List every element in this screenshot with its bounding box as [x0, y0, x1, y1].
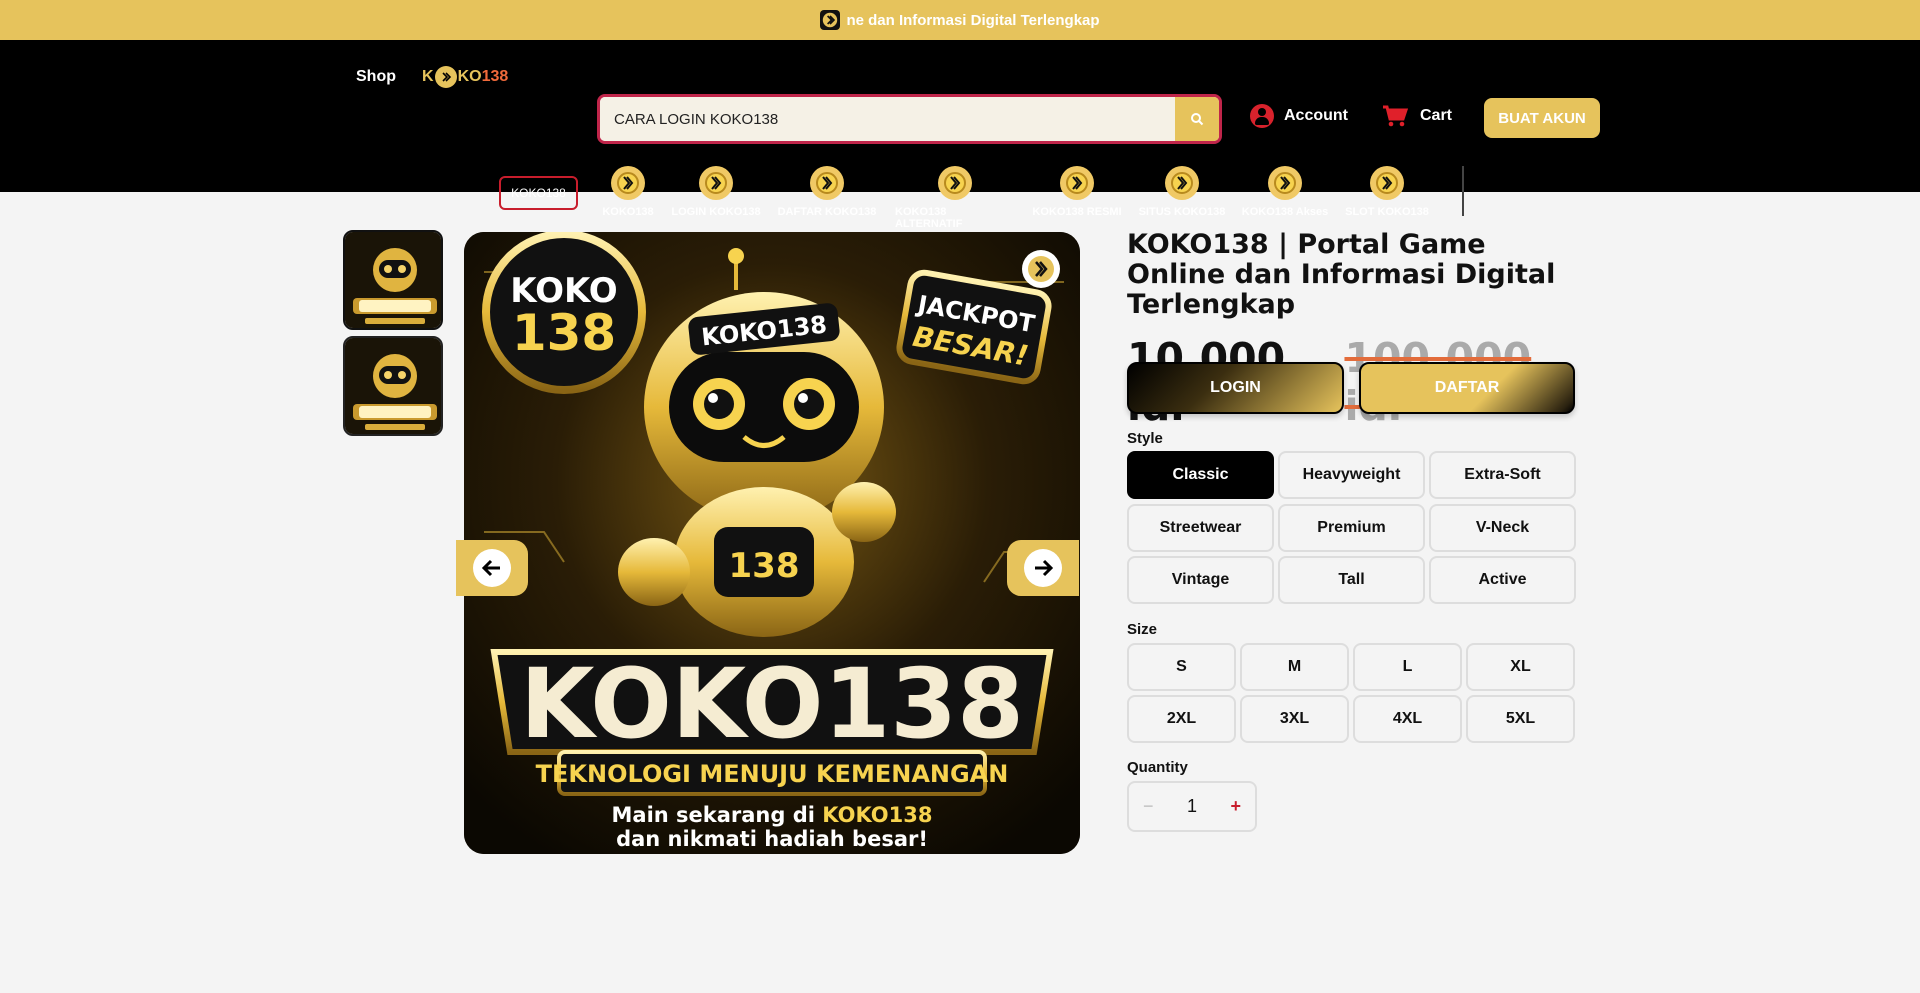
login-button[interactable]: LOGIN — [1127, 362, 1344, 414]
search-icon — [1191, 113, 1204, 126]
style-option[interactable]: Heavyweight — [1278, 451, 1425, 499]
next-image-button[interactable] — [1007, 540, 1079, 596]
size-option[interactable]: S — [1127, 643, 1236, 691]
shop-link[interactable]: Shop — [356, 68, 396, 86]
category-label: LOGIN KOKO138 — [671, 206, 761, 218]
product-thumbnail[interactable] — [343, 336, 443, 436]
category-label: SLOT KOKO138 — [1345, 206, 1429, 218]
size-option[interactable]: 5XL — [1466, 695, 1575, 743]
register-button[interactable]: DAFTAR — [1359, 362, 1575, 414]
quantity-decrease-button[interactable]: − — [1143, 796, 1154, 817]
category-label: KOKO138 Akses — [1241, 206, 1329, 218]
category-item[interactable]: SLOT KOKO138 — [1327, 166, 1447, 218]
style-option[interactable]: Tall — [1278, 556, 1425, 604]
size-option[interactable]: 4XL — [1353, 695, 1462, 743]
category-label: SITUS KOKO138 — [1138, 206, 1226, 218]
badge-left-number: 138 — [512, 304, 616, 362]
quantity-increase-button[interactable]: + — [1230, 796, 1241, 817]
image-footer-line2: dan nikmati hadiah besar! — [616, 827, 928, 851]
category-label: KOKO138 ALTERNATIF — [895, 206, 963, 230]
thumbnail-list — [343, 230, 443, 442]
site-logo[interactable]: K KO 138 — [422, 66, 508, 88]
product-image: KOKO138 138 KOKO 138 JACKPOT BESAR! KOKO… — [464, 232, 1080, 854]
style-option[interactable]: Premium — [1278, 504, 1425, 552]
size-option[interactable]: M — [1240, 643, 1349, 691]
account-link[interactable]: Account — [1250, 104, 1348, 128]
category-coin-icon — [1370, 166, 1404, 200]
size-option[interactable]: L — [1353, 643, 1462, 691]
product-title: KOKO138 | Portal Game Online dan Informa… — [1127, 229, 1556, 320]
chest-number: 138 — [729, 546, 800, 586]
category-label: KOKO138 RESMI — [1032, 206, 1122, 218]
search-button[interactable] — [1175, 97, 1219, 141]
category-coin-icon — [611, 166, 645, 200]
size-option[interactable]: 2XL — [1127, 695, 1236, 743]
brand-logo-icon — [820, 10, 841, 30]
category-item[interactable]: LOGIN KOKO138 — [656, 166, 776, 218]
category-coin-icon — [810, 166, 844, 200]
style-option[interactable]: Extra-Soft — [1429, 451, 1576, 499]
image-brand-logo-icon — [1022, 250, 1060, 288]
style-option[interactable]: Vintage — [1127, 556, 1274, 604]
style-option[interactable]: Classic — [1127, 451, 1274, 499]
image-tagline: TEKNOLOGI MENUJU KEMENANGAN — [536, 760, 1009, 788]
product-thumbnail[interactable] — [343, 230, 443, 330]
category-coin-icon — [938, 166, 972, 200]
logo-coin-icon — [434, 66, 457, 88]
svg-text:Main sekarang di KOKO138: Main sekarang di KOKO138 — [612, 803, 933, 827]
style-label: Style — [1127, 430, 1163, 447]
category-label: KOKO138 — [602, 206, 654, 218]
account-icon — [1250, 104, 1274, 128]
create-account-button[interactable]: BUAT AKUN — [1484, 98, 1600, 138]
style-option[interactable]: Streetwear — [1127, 504, 1274, 552]
size-label: Size — [1127, 621, 1158, 638]
image-footer-prefix: Main sekarang di — [612, 803, 823, 827]
search-input[interactable] — [600, 97, 1175, 141]
category-item[interactable]: KOKO138 ALTERNATIF — [895, 166, 1015, 230]
cart-icon — [1383, 105, 1408, 127]
category-coin-icon — [1268, 166, 1302, 200]
size-option[interactable]: 3XL — [1240, 695, 1349, 743]
arrow-left-icon — [481, 559, 500, 577]
category-item[interactable]: KOKO138 RESMI — [1017, 166, 1137, 218]
category-coin-icon — [1165, 166, 1199, 200]
arrow-right-icon — [1035, 559, 1054, 577]
category-coin-icon — [699, 166, 733, 200]
image-headline: KOKO138 — [520, 648, 1024, 760]
category-divider — [1462, 166, 1464, 216]
category-chip[interactable]: KOKO138 — [499, 176, 578, 210]
site-header: Shop K KO 138 Account Cart BUAT AKUN KOK… — [0, 40, 1920, 230]
size-option[interactable]: XL — [1466, 643, 1575, 691]
previous-image-button[interactable] — [456, 540, 528, 596]
category-label: DAFTAR KOKO138 — [777, 206, 877, 218]
announcement-bar: ne dan Informasi Digital Terlengkap — [0, 0, 1920, 40]
style-option[interactable]: V-Neck — [1429, 504, 1576, 552]
quantity-value[interactable]: 1 — [1187, 796, 1197, 817]
search-bar — [597, 94, 1222, 144]
category-coin-icon — [1060, 166, 1094, 200]
style-option[interactable]: Active — [1429, 556, 1576, 604]
cart-link[interactable]: Cart — [1382, 104, 1452, 128]
image-footer-brand: KOKO138 — [822, 803, 932, 827]
announcement-text: ne dan Informasi Digital Terlengkap — [846, 11, 1100, 29]
quantity-stepper: − 1 + — [1127, 781, 1257, 832]
category-item[interactable]: DAFTAR KOKO138 — [767, 166, 887, 218]
category-item[interactable]: SITUS KOKO138 — [1122, 166, 1242, 218]
quantity-label: Quantity — [1127, 759, 1188, 776]
